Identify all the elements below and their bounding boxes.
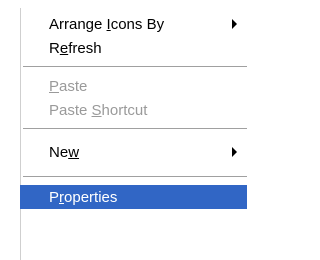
menu-separator	[23, 128, 247, 129]
menu-item-paste-shortcut[interactable]: Paste Shortcut	[23, 98, 247, 122]
menu-item-new[interactable]: New	[23, 140, 247, 164]
new-label: New	[49, 143, 80, 161]
refresh-label: Refresh	[49, 39, 102, 57]
menu-item-arrange-icons-by[interactable]: Arrange Icons By	[23, 12, 247, 36]
menu-item-paste[interactable]: Paste	[23, 74, 247, 98]
menu-item-properties[interactable]: Properties	[20, 185, 247, 209]
arrange-label: Arrange Icons By	[49, 15, 165, 33]
menu-separator	[23, 66, 247, 67]
paste-label: Paste	[49, 77, 88, 95]
submenu-arrow-icon	[232, 19, 237, 29]
properties-label: Properties	[49, 188, 118, 206]
context-menu: Arrange Icons By Refresh Paste Paste Sho…	[20, 8, 247, 260]
paste-shortcut-label: Paste Shortcut	[49, 101, 148, 119]
menu-separator	[23, 176, 247, 177]
menu-item-refresh[interactable]: Refresh	[23, 36, 247, 60]
submenu-arrow-icon	[232, 147, 237, 157]
